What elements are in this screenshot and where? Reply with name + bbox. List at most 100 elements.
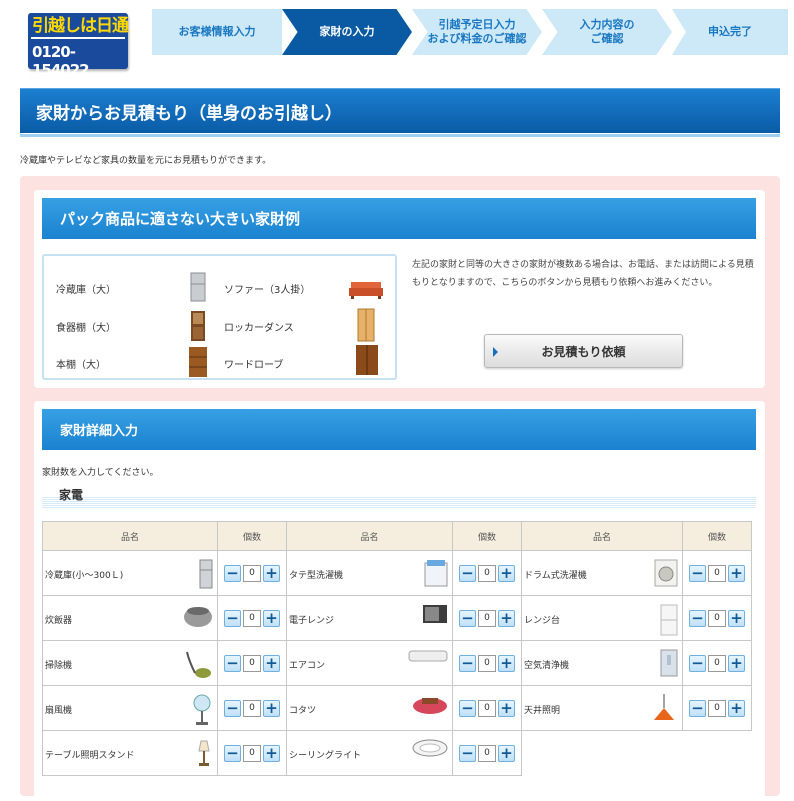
quantity-input[interactable]: 0	[708, 654, 726, 672]
item-name: 冷蔵庫(小～300Ｌ)	[45, 571, 124, 581]
increase-button[interactable]: +	[263, 744, 280, 762]
increase-button[interactable]: +	[728, 654, 745, 672]
decrease-button[interactable]: −	[689, 699, 706, 717]
col-qty-1: 個数	[217, 521, 287, 551]
quantity-stepper: − 0 +	[453, 699, 521, 717]
increase-button[interactable]: +	[263, 654, 280, 672]
decrease-button[interactable]: −	[459, 699, 476, 717]
logo-stripe	[31, 37, 125, 39]
quantity-stepper: − 0 +	[453, 564, 521, 582]
quantity-stepper: − 0 +	[683, 609, 751, 627]
item-name: コタツ	[289, 706, 317, 716]
decrease-button[interactable]: −	[689, 654, 706, 672]
table-row: テーブル照明スタンド − 0 + シーリングライト − 0 +	[42, 730, 752, 776]
large-item-cupboard: 食器棚（大）	[56, 323, 116, 334]
quantity-input[interactable]: 0	[243, 654, 261, 672]
quantity-input[interactable]: 0	[243, 699, 261, 717]
qty-cell: − 0 +	[452, 730, 522, 776]
quantity-input[interactable]: 0	[478, 744, 496, 762]
increase-button[interactable]: +	[728, 609, 745, 627]
request-estimate-button[interactable]: お見積もり依頼	[484, 334, 683, 368]
increase-button[interactable]: +	[498, 564, 515, 582]
quantity-stepper: − 0 +	[218, 609, 286, 627]
decrease-button[interactable]: −	[459, 564, 476, 582]
logo-phone: 0120-154022	[32, 43, 90, 79]
items-table: 品名 個数 品名 個数 品名 個数 冷蔵庫(小～300Ｌ) − 0 + タテ型洗…	[42, 521, 752, 776]
quantity-input[interactable]: 0	[478, 564, 496, 582]
qty-cell: − 0 +	[452, 595, 522, 641]
item-name-cell: 扇風機	[42, 685, 218, 731]
decrease-button[interactable]: −	[459, 609, 476, 627]
decrease-button[interactable]: −	[224, 609, 241, 627]
microwave-icon	[422, 604, 448, 627]
empty-cell	[522, 731, 683, 776]
item-name: 空気清浄機	[524, 661, 570, 671]
increase-button[interactable]: +	[263, 609, 280, 627]
col-name-3: 品名	[521, 521, 683, 551]
quantity-stepper: − 0 +	[683, 699, 751, 717]
vacuum-icon	[183, 649, 213, 682]
item-name-cell: エアコン	[286, 640, 453, 686]
empty-cell	[683, 731, 752, 776]
decrease-button[interactable]: −	[224, 744, 241, 762]
quantity-input[interactable]: 0	[478, 609, 496, 627]
increase-button[interactable]: +	[728, 564, 745, 582]
request-estimate-label: お見積もり依頼	[541, 344, 626, 359]
washer-icon	[424, 559, 448, 590]
sofa-icon	[349, 282, 383, 299]
quantity-input[interactable]: 0	[708, 564, 726, 582]
category-appliances: 家電	[42, 481, 756, 509]
quantity-input[interactable]: 0	[243, 564, 261, 582]
item-name: テーブル照明スタンド	[45, 751, 135, 761]
increase-button[interactable]: +	[728, 699, 745, 717]
quantity-input[interactable]: 0	[708, 609, 726, 627]
table-row: 炊飯器 − 0 + 電子レンジ − 0 + レンジ台 − 0 +	[42, 595, 752, 641]
item-name: ドラム式洗濯機	[524, 571, 587, 581]
decrease-button[interactable]: −	[689, 609, 706, 627]
logo[interactable]: 引越しは日通 0120-154022	[28, 9, 130, 79]
col-qty-3: 個数	[682, 521, 752, 551]
qty-cell: − 0 +	[452, 685, 522, 731]
fan-icon	[191, 694, 213, 729]
item-name: タテ型洗濯機	[289, 571, 344, 581]
item-name: レンジ台	[524, 616, 561, 626]
decrease-button[interactable]: −	[224, 654, 241, 672]
col-name-1: 品名	[42, 521, 218, 551]
quantity-input[interactable]: 0	[243, 744, 261, 762]
detail-prompt: 家財数を入力してください。	[42, 468, 159, 478]
quantity-input[interactable]: 0	[243, 609, 261, 627]
qty-cell: − 0 +	[217, 640, 287, 686]
increase-button[interactable]: +	[498, 699, 515, 717]
table-row: 掃除機 − 0 + エアコン − 0 + 空気清浄機 − 0 +	[42, 640, 752, 686]
large-items-note: 左記の家財と同等の大きさの家財が複数ある場合は、お電話、または訪問による見積もり…	[412, 260, 754, 288]
air-purifier-icon	[660, 649, 678, 680]
large-items-list: 冷蔵庫（大） ソファー（3人掛） 食器棚（大） ロッカーダンス 本棚（大） ワー…	[42, 254, 397, 380]
increase-button[interactable]: +	[498, 744, 515, 762]
step-moving-date: 引越予定日入力 および料金のご確認	[412, 9, 542, 55]
quantity-input[interactable]: 0	[478, 654, 496, 672]
quantity-stepper: − 0 +	[683, 654, 751, 672]
item-name: 炊飯器	[45, 616, 73, 626]
quantity-input[interactable]: 0	[478, 699, 496, 717]
fridge-icon	[190, 272, 206, 302]
quantity-stepper: − 0 +	[683, 564, 751, 582]
quantity-input[interactable]: 0	[708, 699, 726, 717]
increase-button[interactable]: +	[498, 609, 515, 627]
decrease-button[interactable]: −	[224, 699, 241, 717]
detail-heading: 家財詳細入力	[42, 409, 756, 450]
decrease-button[interactable]: −	[459, 744, 476, 762]
increase-button[interactable]: +	[263, 699, 280, 717]
rice-cooker-icon	[183, 604, 213, 631]
decrease-button[interactable]: −	[224, 564, 241, 582]
decrease-button[interactable]: −	[459, 654, 476, 672]
step-household-items: 家財の入力	[282, 9, 412, 55]
step-customer-info: お客様情報入力	[152, 9, 282, 55]
increase-button[interactable]: +	[263, 564, 280, 582]
item-name-cell: テーブル照明スタンド	[42, 730, 218, 776]
item-name: 電子レンジ	[289, 616, 335, 626]
increase-button[interactable]: +	[498, 654, 515, 672]
locker-icon	[357, 308, 375, 342]
fridge-icon	[199, 559, 213, 592]
decrease-button[interactable]: −	[689, 564, 706, 582]
qty-cell: − 0 +	[682, 550, 752, 596]
